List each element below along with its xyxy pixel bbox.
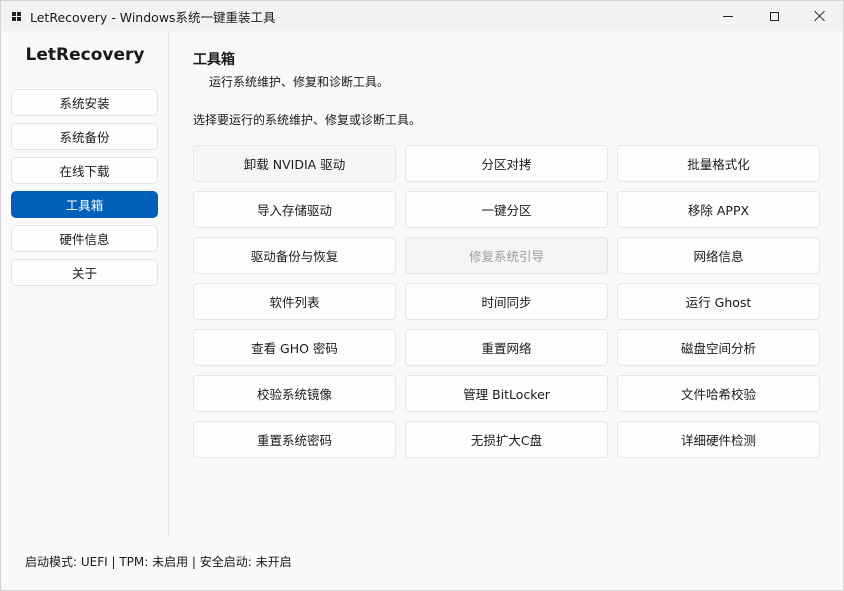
run-ghost-button[interactable]: 运行 Ghost	[617, 283, 820, 320]
sidebar-item-system-backup[interactable]: 系统备份	[11, 123, 158, 150]
one-click-partition-button[interactable]: 一键分区	[405, 191, 608, 228]
extend-c-drive-button[interactable]: 无损扩大C盘	[405, 421, 608, 458]
app-window: LetRecovery - Windows系统一键重装工具 LetRecover…	[0, 0, 844, 591]
detailed-hardware-detect-button[interactable]: 详细硬件检测	[617, 421, 820, 458]
repair-boot-button[interactable]: 修复系统引导	[405, 237, 608, 274]
uninstall-nvidia-driver-button[interactable]: 卸载 NVIDIA 驱动	[193, 145, 396, 182]
reset-network-button[interactable]: 重置网络	[405, 329, 608, 366]
sidebar-item-about[interactable]: 关于	[11, 259, 158, 286]
window-title: LetRecovery - Windows系统一键重装工具	[30, 9, 276, 25]
status-bar: 启动模式: UEFI | TPM: 未启用 | 安全启动: 未开启	[25, 555, 292, 569]
sidebar-item-toolbox[interactable]: 工具箱	[11, 191, 158, 218]
sidebar-item-system-install[interactable]: 系统安装	[11, 89, 158, 116]
driver-backup-restore-button[interactable]: 驱动备份与恢复	[193, 237, 396, 274]
reset-system-password-button[interactable]: 重置系统密码	[193, 421, 396, 458]
partition-copy-button[interactable]: 分区对拷	[405, 145, 608, 182]
time-sync-button[interactable]: 时间同步	[405, 283, 608, 320]
app-icon	[12, 11, 21, 21]
close-button[interactable]	[797, 1, 843, 31]
remove-appx-button[interactable]: 移除 APPX	[617, 191, 820, 228]
file-hash-verify-button[interactable]: 文件哈希校验	[617, 375, 820, 412]
network-info-button[interactable]: 网络信息	[617, 237, 820, 274]
minimize-button[interactable]	[705, 1, 751, 31]
import-storage-driver-button[interactable]: 导入存储驱动	[193, 191, 396, 228]
software-list-button[interactable]: 软件列表	[193, 283, 396, 320]
view-gho-password-button[interactable]: 查看 GHO 密码	[193, 329, 396, 366]
batch-format-button[interactable]: 批量格式化	[617, 145, 820, 182]
sidebar-item-hardware-info[interactable]: 硬件信息	[11, 225, 158, 252]
page-title: 工具箱	[193, 52, 235, 68]
title-bar[interactable]: LetRecovery - Windows系统一键重装工具	[1, 1, 843, 31]
maximize-button[interactable]	[751, 1, 797, 31]
manage-bitlocker-button[interactable]: 管理 BitLocker	[405, 375, 608, 412]
close-icon	[814, 10, 826, 22]
page-description: 选择要运行的系统维护、修复或诊断工具。	[193, 113, 422, 127]
page-subtitle: 运行系统维护、修复和诊断工具。	[209, 75, 390, 89]
window-controls	[705, 1, 843, 31]
verify-system-image-button[interactable]: 校验系统镜像	[193, 375, 396, 412]
app-name: LetRecovery	[25, 45, 145, 65]
minimize-icon	[723, 15, 733, 17]
sidebar: LetRecovery 系统安装 系统备份 在线下载 工具箱 硬件信息 关于	[1, 31, 169, 535]
sidebar-item-online-download[interactable]: 在线下载	[11, 157, 158, 184]
maximize-icon	[769, 11, 779, 21]
disk-space-analysis-button[interactable]: 磁盘空间分析	[617, 329, 820, 366]
